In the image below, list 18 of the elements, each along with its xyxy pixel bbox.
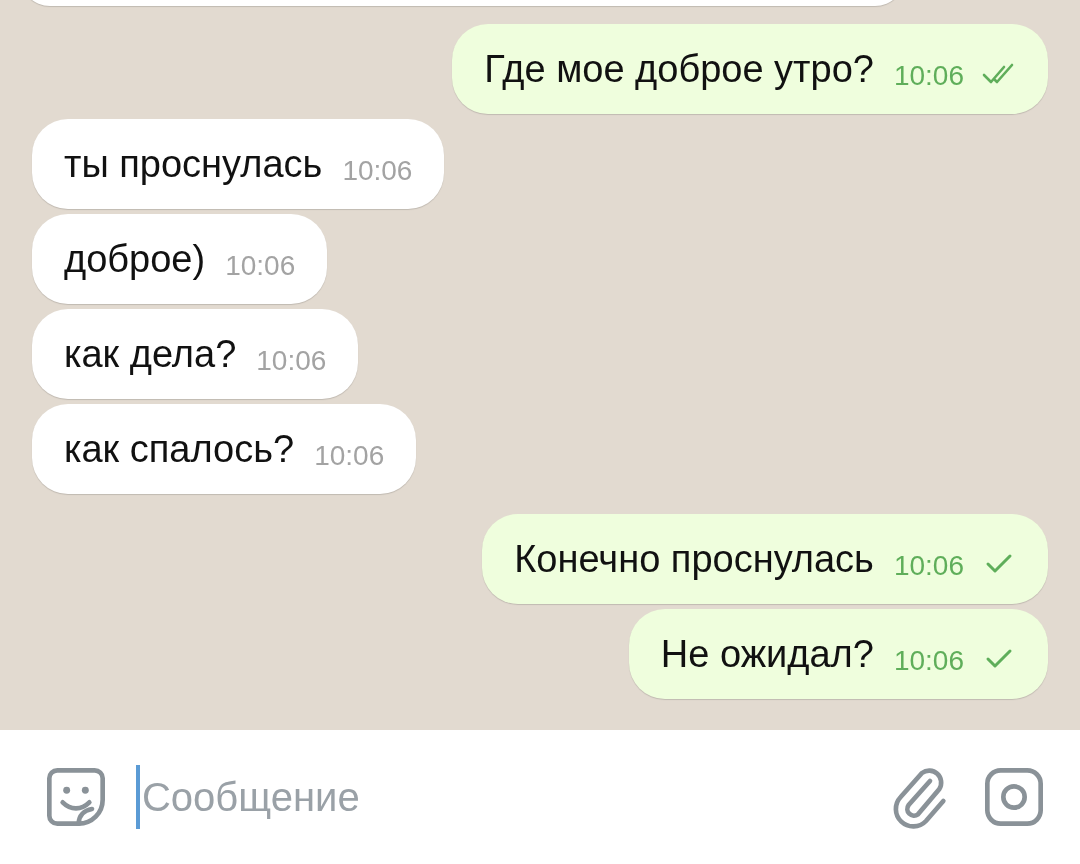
message-time: 10:06 xyxy=(314,440,385,472)
message-time: 10:06 xyxy=(893,645,964,677)
message-text: доброе) xyxy=(64,237,206,281)
text-cursor xyxy=(136,765,140,829)
message-text: как спалось? xyxy=(64,427,295,471)
sticker-icon[interactable] xyxy=(44,765,108,829)
message-time: 10:06 xyxy=(893,550,964,582)
message-text: Не ожидал? xyxy=(660,632,874,676)
message-time: 10:06 xyxy=(256,345,327,377)
message-time: 10:06 xyxy=(342,155,413,187)
message-text: как дела? xyxy=(64,332,237,376)
message-input-field[interactable]: Сообщение xyxy=(139,774,862,820)
message-text: Где мое доброе утро? xyxy=(484,47,874,91)
message-time: 10:06 xyxy=(225,250,296,282)
message-time: 10:06 xyxy=(893,60,964,92)
camera-icon[interactable] xyxy=(982,765,1046,829)
message-text: ты проснулась xyxy=(64,142,323,186)
message-text: Конечно проснулась xyxy=(514,537,874,581)
